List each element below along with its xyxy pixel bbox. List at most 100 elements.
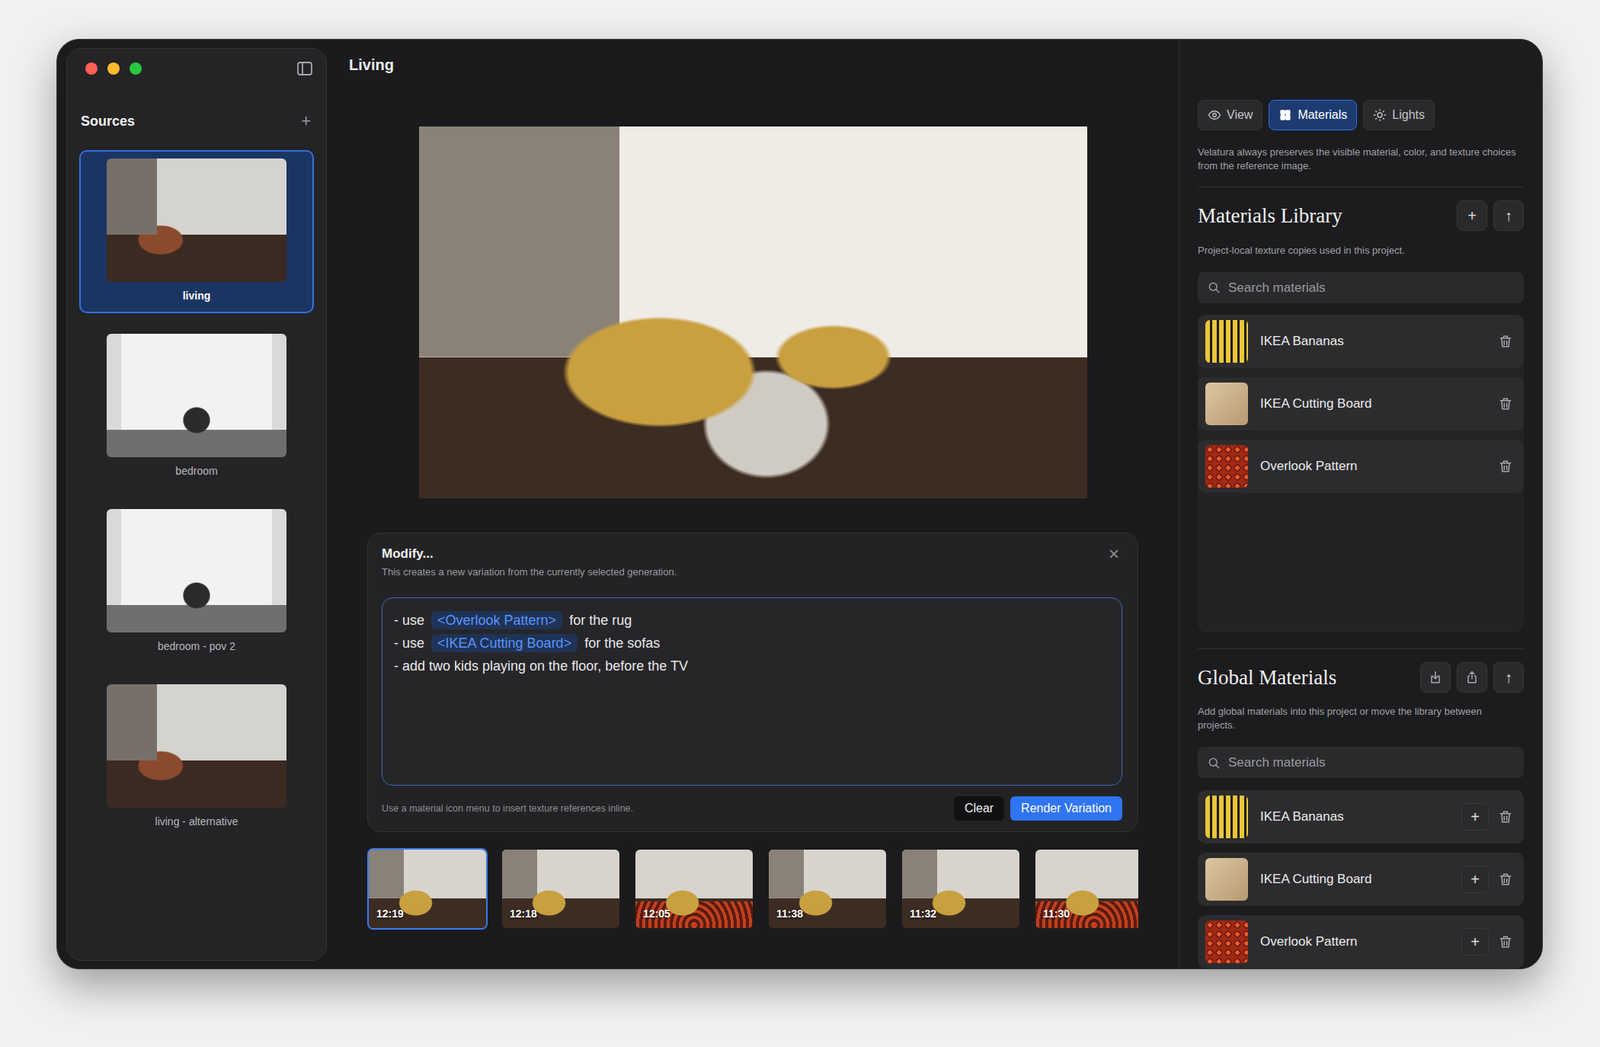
inspector-tab[interactable]: Lights [1363,99,1435,131]
source-thumbnail [106,333,287,458]
materials-list: IKEA Bananas IKEA Cutting Board Overlook P… [1197,314,1524,634]
window-toolbar [79,59,314,78]
prompt-editor[interactable]: - use <Overlook Pattern> for the rug- us… [381,597,1123,786]
library-header: Materials Library +↑ [1197,200,1524,231]
source-label: bedroom [175,464,218,478]
tab-label: View [1226,105,1253,125]
generation-time: 11:38 [776,905,804,922]
delete-button[interactable] [1496,394,1515,413]
global-actions: ↑ [1420,662,1524,693]
upload-material-button[interactable]: ↑ [1493,200,1524,231]
material-name: IKEA Cutting Board [1260,393,1497,414]
inspector-tab[interactable]: Materials [1268,99,1357,131]
inspector-tabs: View Materials Lights [1197,99,1524,131]
prompt-text: for the sofas [580,635,660,651]
prompt-text: - use [393,635,429,651]
inspector-note: Velatura always preserves the visible ma… [1197,145,1518,173]
delete-button[interactable] [1496,807,1515,826]
prompt-text: for the rug [565,612,632,628]
prompt-line: - use <IKEA Cutting Board> for the sofas [393,631,1111,655]
upload-global-button[interactable]: ↑ [1493,662,1524,693]
material-item[interactable]: IKEA Bananas+ [1197,790,1524,844]
material-swatch [1205,320,1248,363]
generation-thumbnail[interactable]: 11:30 [1033,848,1139,930]
trash-icon [1497,934,1514,950]
generation-time: 12:19 [376,905,404,922]
minimize-window-button[interactable] [107,62,120,75]
modify-header: Modify...This creates a new variation fr… [381,545,1123,579]
generation-thumbnail[interactable]: 12:18 [500,848,621,930]
library-title: Materials Library [1197,203,1343,228]
add-to-project-button[interactable]: + [1461,928,1489,956]
generation-thumbnail[interactable]: 12:19 [367,848,488,930]
divider [1197,186,1524,188]
divider [1197,648,1524,650]
material-item[interactable]: Overlook Pattern [1197,439,1524,493]
inspector-tab[interactable]: View [1197,99,1263,131]
material-name: IKEA Bananas [1260,331,1497,352]
prompt-text: - add two kids playing on the floor, bef… [393,658,688,674]
close-window-button[interactable] [85,62,98,75]
global-description: Add global materials into this project o… [1197,704,1488,733]
modify-footer: Use a material icon menu to insert textu… [381,796,1123,821]
export-icon [1464,669,1480,685]
sidebar-toggle-icon[interactable] [295,59,314,78]
trash-icon [1497,871,1514,887]
library-description: Project-local texture copies used in thi… [1197,243,1488,258]
add-source-button[interactable]: + [297,113,314,129]
delete-button[interactable] [1496,457,1515,476]
eye-icon [1207,108,1222,122]
search-icon [1206,280,1221,295]
trash-icon [1497,396,1514,412]
search-icon [1206,755,1221,770]
materials-list: IKEA Bananas+IKEA Cutting Board+Overlook… [1197,790,1524,969]
material-item[interactable]: IKEA Bananas [1197,314,1524,368]
generation-thumbnail[interactable]: 11:38 [767,848,888,930]
search-field [1197,746,1524,778]
add-to-project-button[interactable]: + [1461,865,1489,893]
render-variation-button[interactable]: Render Variation [1010,796,1123,821]
search-input[interactable] [1228,746,1515,779]
source-label: bedroom - pov 2 [157,640,236,653]
prompt-text: - use [393,612,429,628]
material-name: IKEA Bananas [1260,806,1462,827]
generation-time: 11:32 [909,905,937,922]
source-item[interactable]: living [79,150,314,314]
clear-button[interactable]: Clear [953,796,1005,821]
library-actions: +↑ [1456,200,1524,231]
search-input[interactable] [1228,272,1515,304]
source-item[interactable]: bedroom - pov 2 [79,500,314,664]
close-button[interactable]: × [1105,545,1123,563]
material-swatch [1205,444,1248,488]
material-item[interactable]: IKEA Cutting Board+ [1197,852,1524,906]
source-item[interactable]: bedroom [79,325,314,489]
source-item[interactable]: living - alternative [79,675,314,839]
add-material-button[interactable]: + [1456,200,1488,231]
delete-button[interactable] [1496,332,1515,351]
global-header: Global Materials↑ [1197,662,1524,693]
export-button[interactable] [1456,662,1488,693]
tab-label: Lights [1392,105,1425,125]
source-label: living - alternative [155,815,239,829]
material-item[interactable]: Overlook Pattern+ [1197,915,1524,969]
delete-button[interactable] [1496,932,1515,951]
material-swatch [1205,920,1248,964]
material-item[interactable]: IKEA Cutting Board [1197,377,1524,431]
material-name: Overlook Pattern [1260,456,1497,477]
add-to-project-button[interactable]: + [1461,803,1489,831]
generation-time: 12:05 [643,905,671,922]
prompt-line: - use <Overlook Pattern> for the rug [393,608,1111,632]
material-reference[interactable]: <IKEA Cutting Board> [431,633,578,653]
material-reference[interactable]: <Overlook Pattern> [431,611,563,630]
delete-button[interactable] [1496,870,1515,889]
prompt-line: - add two kids playing on the floor, bef… [393,654,1111,678]
source-thumbnail [106,684,287,808]
sources-title: Sources [79,113,135,129]
sources-sidebar: Sources + living bedroom bedroom - pov 2 livi… [66,48,327,961]
generation-thumbnail[interactable]: 11:32 [900,848,1021,930]
zoom-window-button[interactable] [129,62,142,75]
search-field [1197,272,1524,304]
traffic-lights [79,62,142,75]
import-button[interactable] [1420,662,1451,693]
generation-thumbnail[interactable]: 12:05 [633,848,755,930]
